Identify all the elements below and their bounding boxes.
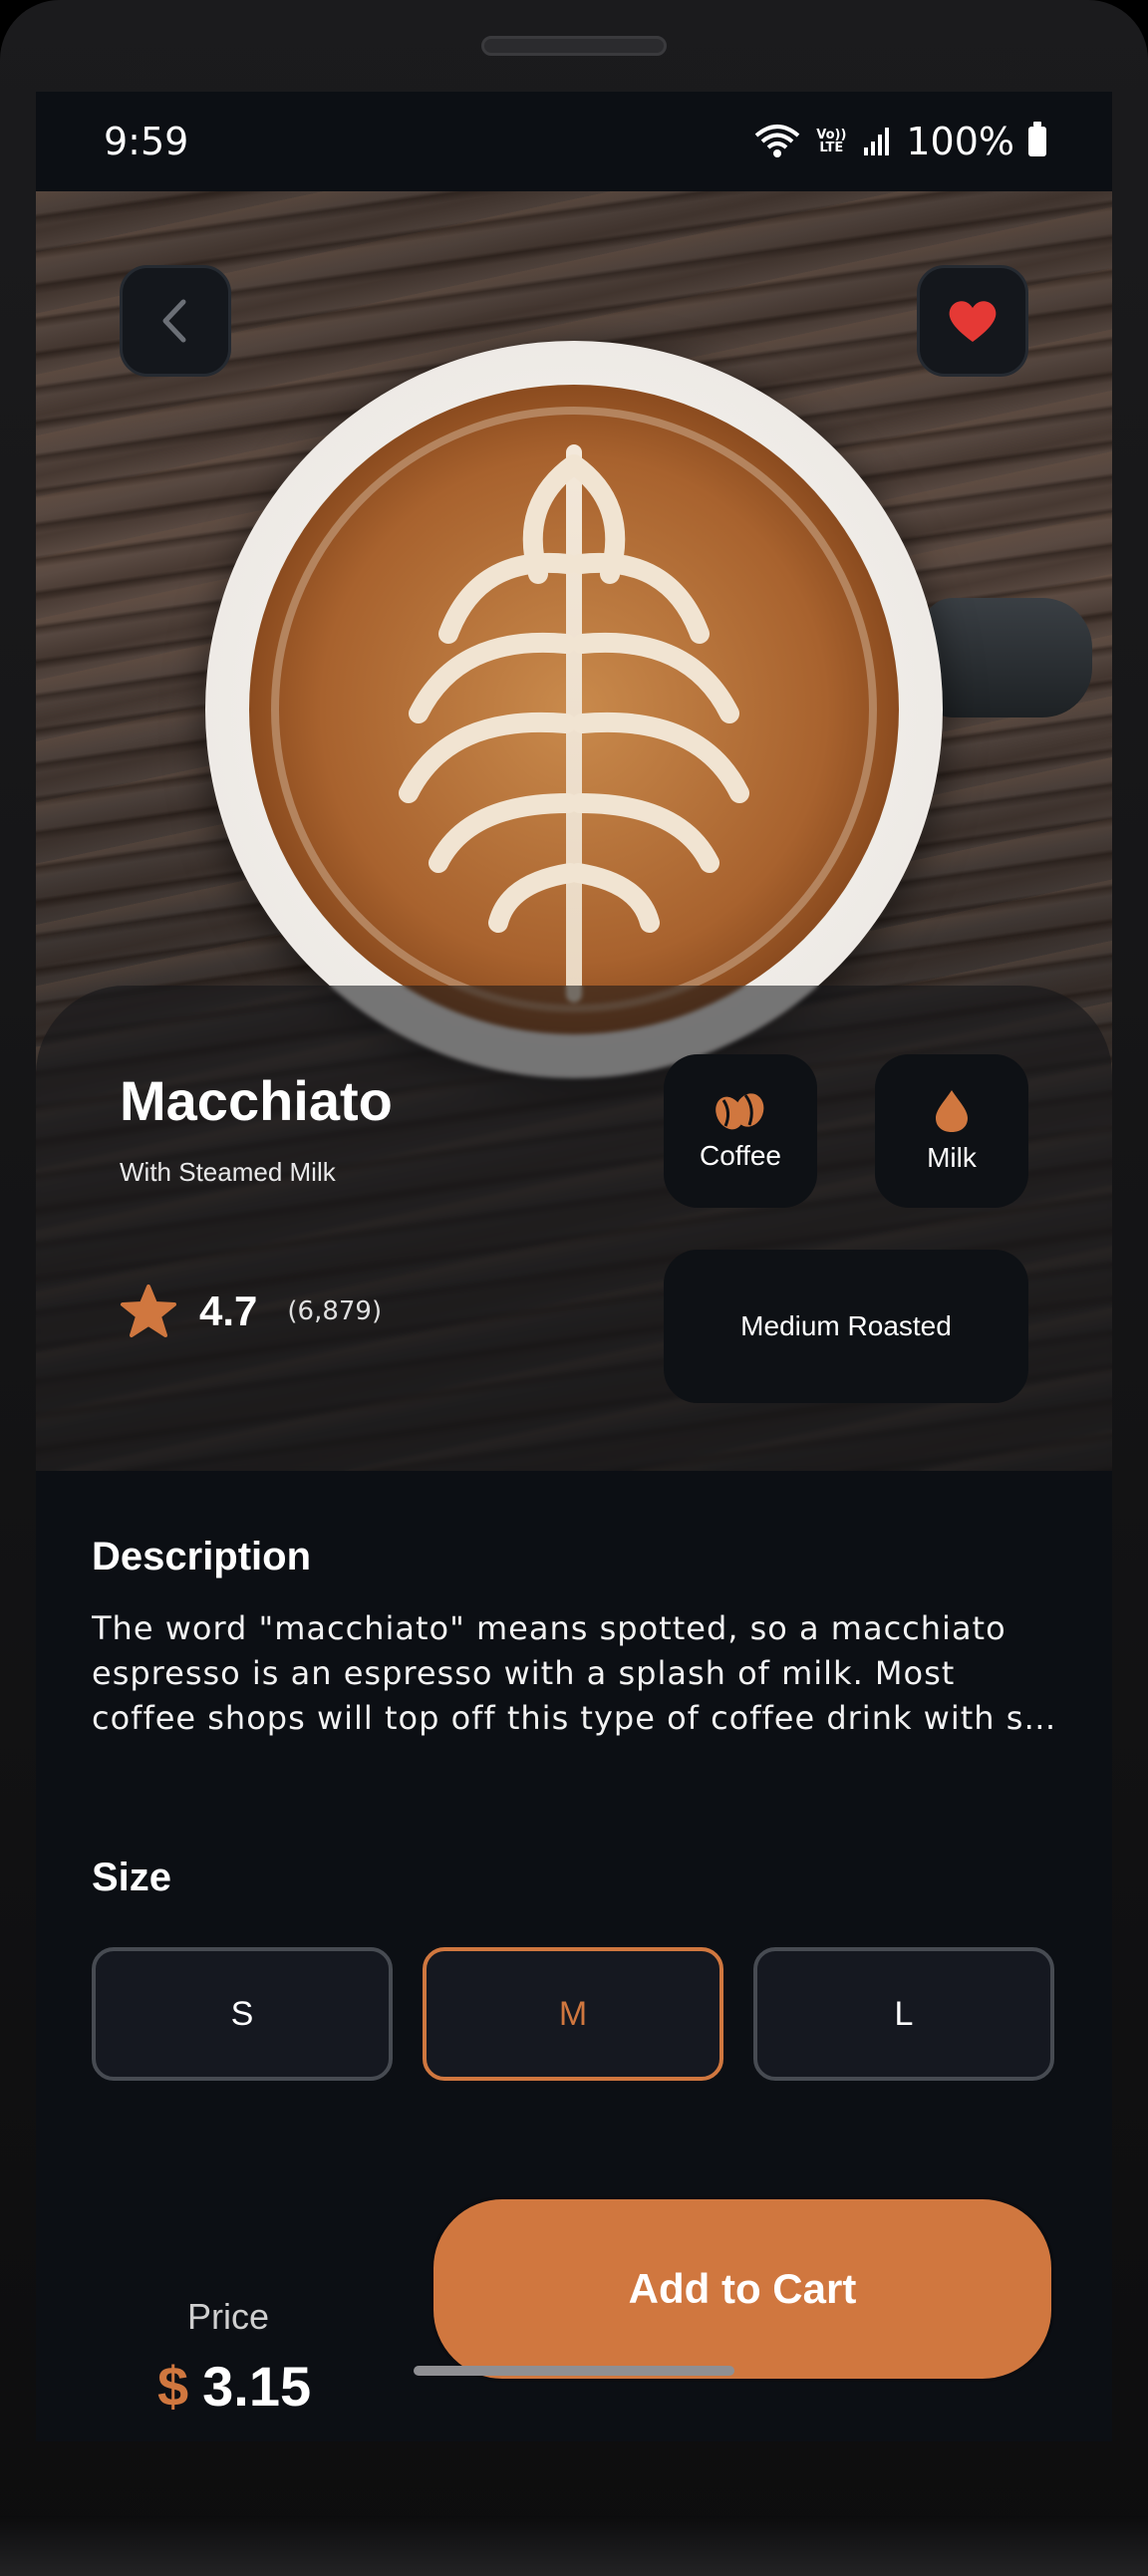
status-bar: 9:59 Vo)) LTE 100%	[36, 92, 1112, 191]
description-text[interactable]: The word "macchiato" means spotted, so a…	[92, 1606, 1058, 1741]
size-heading: Size	[92, 1856, 172, 1899]
earpiece-speaker	[481, 36, 667, 56]
phone-frame: 9:59 Vo)) LTE 100% Macchiato With Steame…	[0, 0, 1148, 2576]
milk-drop-icon	[936, 1090, 968, 1132]
battery-percent: 100%	[906, 120, 1014, 163]
price-value: 3.15	[202, 2355, 312, 2418]
latte-art	[249, 385, 899, 1034]
chip-coffee: Coffee	[664, 1054, 817, 1208]
mug-handle	[923, 598, 1092, 717]
screen: 9:59 Vo)) LTE 100% Macchiato With Steame…	[36, 92, 1112, 2441]
heart-icon	[949, 301, 997, 342]
size-option-s[interactable]: S	[92, 1947, 393, 2081]
phone-bottom-edge	[0, 2516, 1148, 2576]
back-button[interactable]	[120, 265, 231, 377]
chevron-left-icon	[162, 299, 186, 343]
star-icon	[121, 1285, 176, 1337]
volte-indicator: Vo)) LTE	[816, 128, 847, 155]
favorite-button[interactable]	[917, 265, 1028, 377]
add-to-cart-button[interactable]: Add to Cart	[430, 2196, 1054, 2382]
product-name: Macchiato	[120, 1069, 393, 1132]
wifi-icon	[755, 125, 800, 157]
chip-roast: Medium Roasted	[664, 1250, 1028, 1403]
size-option-m[interactable]: M	[423, 1947, 723, 2081]
chip-coffee-label: Coffee	[700, 1140, 781, 1171]
chip-milk-label: Milk	[927, 1142, 977, 1173]
product-subtitle: With Steamed Milk	[120, 1157, 336, 1187]
rating: 4.7 (6,879)	[120, 1284, 382, 1339]
chip-roast-label: Medium Roasted	[740, 1310, 952, 1341]
home-indicator[interactable]	[414, 2366, 734, 2376]
price: $3.15	[157, 2354, 311, 2419]
price-currency: $	[157, 2355, 189, 2418]
status-icons: Vo)) LTE 100%	[754, 120, 1046, 163]
signal-icon	[864, 128, 890, 155]
coffee-beans-icon	[716, 1093, 764, 1130]
price-label: Price	[187, 2296, 270, 2337]
description-heading: Description	[92, 1535, 312, 1578]
rating-count: (6,879)	[287, 1296, 383, 1326]
chip-milk: Milk	[875, 1054, 1028, 1208]
status-time: 9:59	[104, 120, 189, 163]
size-option-l[interactable]: L	[753, 1947, 1054, 2081]
rating-value: 4.7	[199, 1288, 258, 1334]
battery-icon	[1028, 122, 1046, 156]
